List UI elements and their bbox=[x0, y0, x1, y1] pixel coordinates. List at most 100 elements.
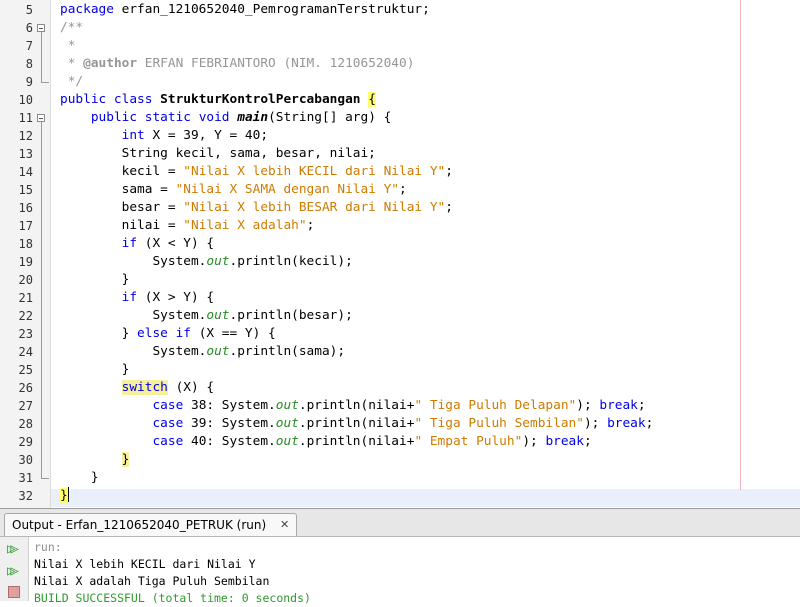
fold-toggle-icon[interactable] bbox=[37, 24, 45, 32]
code-text[interactable]: switch (X) { bbox=[60, 379, 214, 397]
line-number: 25 bbox=[18, 363, 33, 377]
code-text[interactable]: System.out.println(sama); bbox=[60, 343, 345, 361]
code-text[interactable]: /** bbox=[60, 19, 83, 37]
fold-end-marker bbox=[41, 469, 49, 479]
code-line[interactable]: 15 sama = "Nilai X SAMA dengan Nilai Y"; bbox=[0, 181, 800, 199]
code-text[interactable]: kecil = "Nilai X lebih KECIL dari Nilai … bbox=[60, 163, 453, 181]
code-line[interactable]: 19 System.out.println(kecil); bbox=[0, 253, 800, 271]
line-number: 19 bbox=[18, 255, 33, 269]
code-text[interactable]: package erfan_1210652040_PemrogramanTers… bbox=[60, 1, 430, 19]
line-number: 16 bbox=[18, 201, 33, 215]
line-number: 11 bbox=[18, 111, 33, 125]
code-text[interactable]: int X = 39, Y = 40; bbox=[60, 127, 268, 145]
code-line[interactable]: 29 case 40: System.out.println(nilai+" E… bbox=[0, 433, 800, 451]
fold-toggle-icon[interactable] bbox=[37, 114, 45, 122]
code-line[interactable]: 22 System.out.println(besar); bbox=[0, 307, 800, 325]
code-line[interactable]: 28 case 39: System.out.println(nilai+" T… bbox=[0, 415, 800, 433]
code-text[interactable]: besar = "Nilai X lebih BESAR dari Nilai … bbox=[60, 199, 453, 217]
code-text[interactable]: case 40: System.out.println(nilai+" Empa… bbox=[60, 433, 591, 451]
code-editor[interactable]: 5 package erfan_1210652040_PemrogramanTer… bbox=[0, 0, 800, 508]
code-line[interactable]: 18 if (X < Y) { bbox=[0, 235, 800, 253]
line-number: 31 bbox=[18, 471, 33, 485]
code-line[interactable]: 12 int X = 39, Y = 40; bbox=[0, 127, 800, 145]
line-number: 9 bbox=[25, 75, 33, 89]
code-line[interactable]: 17 nilai = "Nilai X adalah"; bbox=[0, 217, 800, 235]
code-text[interactable]: nilai = "Nilai X adalah"; bbox=[60, 217, 315, 235]
code-line[interactable]: 10 public class StrukturKontrolPercabanga… bbox=[0, 91, 800, 109]
code-text[interactable]: sama = "Nilai X SAMA dengan Nilai Y"; bbox=[60, 181, 407, 199]
line-number: 21 bbox=[18, 291, 33, 305]
code-text[interactable]: if (X > Y) { bbox=[60, 289, 214, 307]
output-console-text[interactable]: run: Nilai X lebih KECIL dari Nilai Y Nila… bbox=[34, 539, 311, 607]
code-line[interactable]: 26 switch (X) { bbox=[0, 379, 800, 397]
output-line: Nilai X adalah Tiga Puluh Sembilan bbox=[34, 574, 270, 588]
code-line[interactable]: 20 } bbox=[0, 271, 800, 289]
line-number: 20 bbox=[18, 273, 33, 287]
code-text[interactable]: String kecil, sama, besar, nilai; bbox=[60, 145, 376, 163]
rerun-with-options-icon[interactable]: ▷▷ bbox=[7, 563, 23, 579]
line-number: 27 bbox=[18, 399, 33, 413]
code-text[interactable]: public static void main(String[] arg) { bbox=[60, 109, 392, 127]
line-number: 28 bbox=[18, 417, 33, 431]
stop-icon[interactable] bbox=[8, 586, 20, 598]
code-line[interactable]: 30 } bbox=[0, 451, 800, 469]
output-line: BUILD SUCCESSFUL (total time: 0 seconds) bbox=[34, 591, 311, 605]
code-text[interactable]: } bbox=[60, 487, 69, 505]
line-number: 29 bbox=[18, 435, 33, 449]
line-number: 15 bbox=[18, 183, 33, 197]
code-line[interactable]: 24 System.out.println(sama); bbox=[0, 343, 800, 361]
line-number: 18 bbox=[18, 237, 33, 251]
code-line[interactable]: 23 } else if (X == Y) { bbox=[0, 325, 800, 343]
line-number: 32 bbox=[18, 489, 33, 503]
code-text[interactable]: } else if (X == Y) { bbox=[60, 325, 276, 343]
code-line[interactable]: 25 } bbox=[0, 361, 800, 379]
code-line[interactable]: 16 besar = "Nilai X lebih BESAR dari Nil… bbox=[0, 199, 800, 217]
line-number: 26 bbox=[18, 381, 33, 395]
code-line[interactable]: 8 * @author ERFAN FEBRIANTORO (NIM. 1210… bbox=[0, 55, 800, 73]
fold-end-marker bbox=[41, 73, 49, 83]
line-number: 17 bbox=[18, 219, 33, 233]
code-line[interactable]: 7 * bbox=[0, 37, 800, 55]
code-text[interactable]: System.out.println(besar); bbox=[60, 307, 352, 325]
line-number: 23 bbox=[18, 327, 33, 341]
code-line[interactable]: 27 case 38: System.out.println(nilai+" T… bbox=[0, 397, 800, 415]
line-number: 5 bbox=[25, 3, 33, 17]
code-text[interactable]: * @author ERFAN FEBRIANTORO (NIM. 121065… bbox=[60, 55, 415, 73]
output-tab[interactable]: Output - Erfan_1210652040_PETRUK (run) ✕ bbox=[4, 513, 298, 536]
code-text[interactable]: } bbox=[60, 469, 99, 487]
code-text[interactable]: } bbox=[60, 271, 130, 289]
close-icon[interactable]: ✕ bbox=[280, 514, 289, 536]
code-text[interactable]: * bbox=[60, 37, 76, 55]
code-text[interactable]: System.out.println(kecil); bbox=[60, 253, 352, 271]
code-line[interactable]: 31 } bbox=[0, 469, 800, 487]
code-line[interactable]: 9 */ bbox=[0, 73, 800, 91]
code-text[interactable]: */ bbox=[60, 73, 83, 91]
line-number: 13 bbox=[18, 147, 33, 161]
code-text[interactable]: case 38: System.out.println(nilai+" Tiga… bbox=[60, 397, 645, 415]
code-line[interactable]: 5 package erfan_1210652040_PemrogramanTer… bbox=[0, 1, 800, 19]
code-line[interactable]: 14 kecil = "Nilai X lebih KECIL dari Nil… bbox=[0, 163, 800, 181]
output-tab-label: Output - Erfan_1210652040_PETRUK (run) bbox=[12, 518, 267, 532]
line-number: 24 bbox=[18, 345, 33, 359]
code-line[interactable]: 6 /** bbox=[0, 19, 800, 37]
code-text[interactable]: } bbox=[60, 361, 130, 379]
output-tab-bar: Output - Erfan_1210652040_PETRUK (run) ✕ bbox=[0, 509, 800, 537]
fold-guide-line bbox=[41, 122, 42, 478]
code-text[interactable]: } bbox=[60, 451, 130, 469]
code-line[interactable]: 13 String kecil, sama, besar, nilai; bbox=[0, 145, 800, 163]
code-line[interactable]: 21 if (X > Y) { bbox=[0, 289, 800, 307]
code-text[interactable]: if (X < Y) { bbox=[60, 235, 214, 253]
line-number: 8 bbox=[25, 57, 33, 71]
code-line[interactable]: 32} bbox=[0, 487, 800, 505]
line-number: 6 bbox=[25, 21, 33, 35]
line-number: 30 bbox=[18, 453, 33, 467]
line-number: 22 bbox=[18, 309, 33, 323]
output-line: run: bbox=[34, 540, 62, 554]
code-text[interactable]: case 39: System.out.println(nilai+" Tiga… bbox=[60, 415, 653, 433]
code-line[interactable]: 11 public static void main(String[] arg)… bbox=[0, 109, 800, 127]
line-number: 10 bbox=[18, 93, 33, 107]
output-line: Nilai X lebih KECIL dari Nilai Y bbox=[34, 557, 256, 571]
rerun-icon[interactable]: ▷▷ bbox=[7, 541, 23, 557]
code-text[interactable]: public class StrukturKontrolPercabangan … bbox=[60, 91, 376, 109]
output-toolbar: ▷▷ ▷▷ bbox=[0, 537, 29, 601]
